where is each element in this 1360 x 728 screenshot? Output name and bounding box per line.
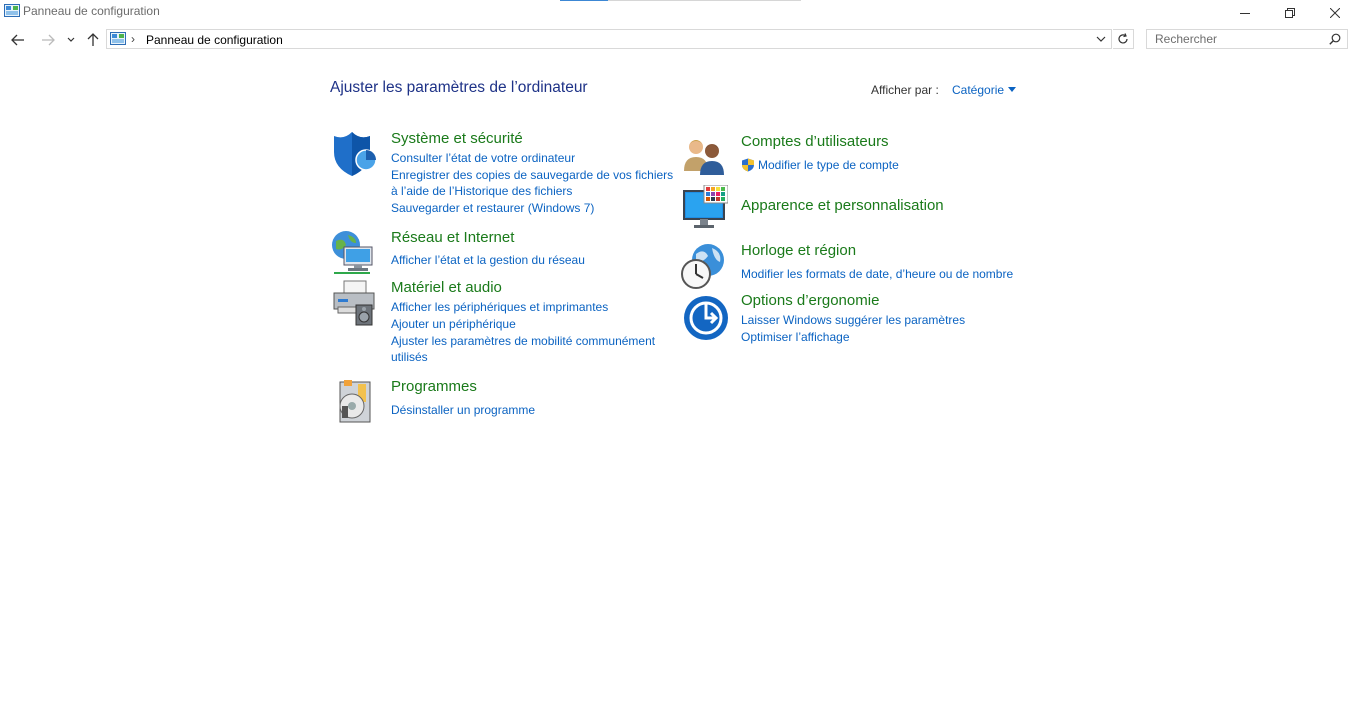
category-title[interactable]: Matériel et audio <box>391 279 502 296</box>
title-accent <box>560 0 608 1</box>
link-devices-printers[interactable]: Afficher les périphériques et imprimante… <box>391 299 681 315</box>
title-bar: Panneau de configuration <box>0 0 1360 26</box>
refresh-icon <box>1118 33 1128 44</box>
clock-globe-icon[interactable] <box>680 242 728 290</box>
restore-button[interactable] <box>1267 0 1313 26</box>
title-accent-track <box>608 0 801 1</box>
chevron-down-icon <box>67 37 75 42</box>
search-input[interactable] <box>1147 30 1330 48</box>
category-title[interactable]: Programmes <box>391 378 477 395</box>
restore-icon <box>1285 8 1295 18</box>
link-date-time-formats[interactable]: Modifier les formats de date, d’heure ou… <box>741 266 1031 282</box>
category-title[interactable]: Apparence et personnalisation <box>741 197 944 214</box>
link-optimize-display[interactable]: Optimiser l’affichage <box>741 329 1031 345</box>
category-title[interactable]: Options d’ergonomie <box>741 292 879 309</box>
category-title[interactable]: Système et sécurité <box>391 130 523 147</box>
link-view-status[interactable]: Consulter l’état de votre ordinateur <box>391 150 681 166</box>
users-icon[interactable] <box>680 133 728 181</box>
refresh-button[interactable] <box>1113 29 1134 49</box>
link-label: Modifier le type de compte <box>758 158 899 172</box>
category-title[interactable]: Comptes d’utilisateurs <box>741 133 889 150</box>
close-button[interactable] <box>1312 0 1358 26</box>
control-panel-icon <box>4 4 20 17</box>
appearance-icon[interactable] <box>680 185 728 233</box>
link-file-history[interactable]: Enregistrer des copies de sauvegarde de … <box>391 167 681 199</box>
uac-shield-icon <box>742 158 754 172</box>
link-mobility-settings[interactable]: Ajuster les paramètres de mobilité commu… <box>391 333 681 365</box>
search-icon[interactable] <box>1329 33 1341 45</box>
breadcrumb-item[interactable]: Panneau de configuration <box>146 33 283 47</box>
address-dropdown-button[interactable] <box>1093 31 1109 47</box>
up-button[interactable] <box>83 30 103 50</box>
printer-speaker-icon[interactable] <box>330 279 378 327</box>
window-title: Panneau de configuration <box>23 4 160 18</box>
minimize-icon <box>1240 13 1250 14</box>
link-change-account-type[interactable]: Modifier le type de compte <box>741 157 1031 173</box>
shield-icon[interactable] <box>330 130 378 178</box>
link-uninstall-program[interactable]: Désinstaller un programme <box>391 402 681 418</box>
caret-down-icon[interactable] <box>1008 87 1016 92</box>
category-title[interactable]: Horloge et région <box>741 242 856 259</box>
arrow-up-icon <box>87 33 99 46</box>
breadcrumb-separator-icon[interactable]: › <box>131 32 135 46</box>
link-add-device[interactable]: Ajouter un périphérique <box>391 316 681 332</box>
view-by-label: Afficher par : <box>871 83 939 97</box>
arrow-right-icon <box>42 34 55 46</box>
link-network-status[interactable]: Afficher l’état et la gestion du réseau <box>391 252 681 268</box>
control-panel-icon <box>110 32 126 45</box>
search-box[interactable] <box>1146 29 1348 49</box>
link-backup-restore[interactable]: Sauvegarder et restaurer (Windows 7) <box>391 200 681 216</box>
recent-locations-button[interactable] <box>63 30 79 50</box>
arrow-left-icon <box>11 34 24 46</box>
close-icon <box>1330 8 1340 18</box>
link-windows-suggest-settings[interactable]: Laisser Windows suggérer les paramètres <box>741 312 1031 328</box>
forward-button[interactable] <box>38 30 58 50</box>
view-by-dropdown[interactable]: Catégorie <box>952 83 1004 97</box>
chevron-down-icon <box>1096 36 1106 42</box>
back-button[interactable] <box>8 30 28 50</box>
category-title[interactable]: Réseau et Internet <box>391 229 514 246</box>
address-bar[interactable]: › Panneau de configuration <box>106 29 1112 49</box>
minimize-button[interactable] <box>1222 0 1268 26</box>
ease-of-access-icon[interactable] <box>680 292 728 340</box>
page-title: Ajuster les paramètres de l’ordinateur <box>330 79 588 96</box>
network-icon[interactable] <box>330 229 378 277</box>
programs-icon[interactable] <box>330 378 378 426</box>
